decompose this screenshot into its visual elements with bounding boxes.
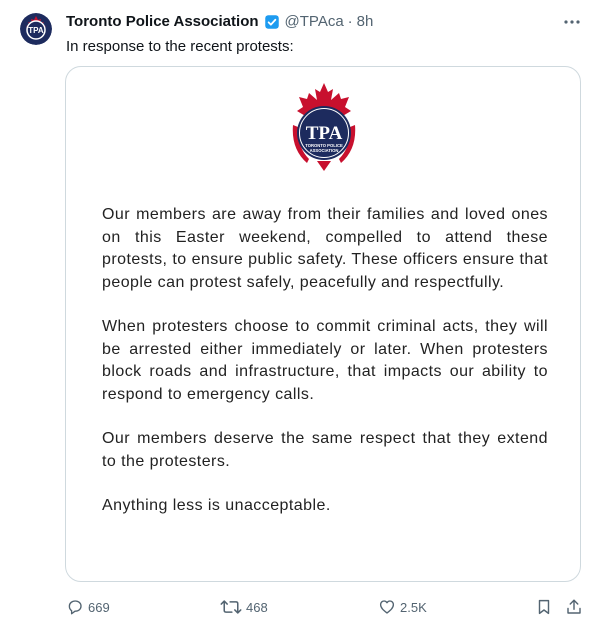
reply-count: 669 (88, 599, 110, 615)
repost-button[interactable]: 468 (220, 595, 268, 619)
reply-button[interactable]: 669 (66, 595, 110, 619)
reply-icon (68, 600, 82, 615)
bookmark-button[interactable] (535, 595, 553, 619)
verified-badge-icon[interactable] (263, 13, 281, 31)
action-bar: 669 468 2.5K (0, 595, 598, 619)
share-button[interactable] (565, 595, 583, 619)
bookmark-icon (538, 599, 550, 615)
like-button[interactable]: 2.5K (378, 595, 427, 619)
author-name[interactable]: Toronto Police Association (66, 12, 259, 32)
repost-count: 468 (246, 599, 268, 615)
svg-text:TPA: TPA (28, 26, 44, 35)
tweet-header: Toronto Police Association @TPAca · 8h (66, 12, 373, 32)
svg-text:ASSOCIATION: ASSOCIATION (310, 148, 339, 153)
tweet-text: In response to the recent protests: (66, 38, 294, 55)
tweet[interactable]: TPA Toronto Police Association @TPAca · … (0, 0, 598, 628)
repost-icon (220, 600, 242, 614)
more-options-button[interactable] (562, 14, 582, 30)
statement-paragraph: When protesters choose to commit crimina… (102, 318, 548, 403)
statement-text: Our members are away from their families… (102, 204, 548, 540)
statement-paragraph: Our members deserve the same respect tha… (102, 430, 548, 470)
statement-paragraph: Our members are away from their families… (102, 206, 548, 291)
like-count: 2.5K (400, 599, 427, 615)
tpa-logo: TPA TORONTO POLICE ASSOCIATION (292, 83, 356, 171)
timestamp[interactable]: 8h (357, 12, 374, 32)
svg-text:TPA: TPA (306, 123, 343, 144)
statement-paragraph: Anything less is unacceptable. (102, 497, 331, 514)
tweet-image[interactable]: TPA TORONTO POLICE ASSOCIATION Our membe… (65, 66, 581, 582)
more-dots-icon (564, 20, 580, 24)
author-handle[interactable]: @TPAca (285, 12, 344, 32)
separator-dot: · (347, 13, 353, 30)
avatar[interactable]: TPA (20, 13, 52, 45)
heart-icon (379, 600, 395, 614)
share-icon (567, 599, 581, 614)
tpa-avatar-logo-icon: TPA (20, 13, 52, 45)
